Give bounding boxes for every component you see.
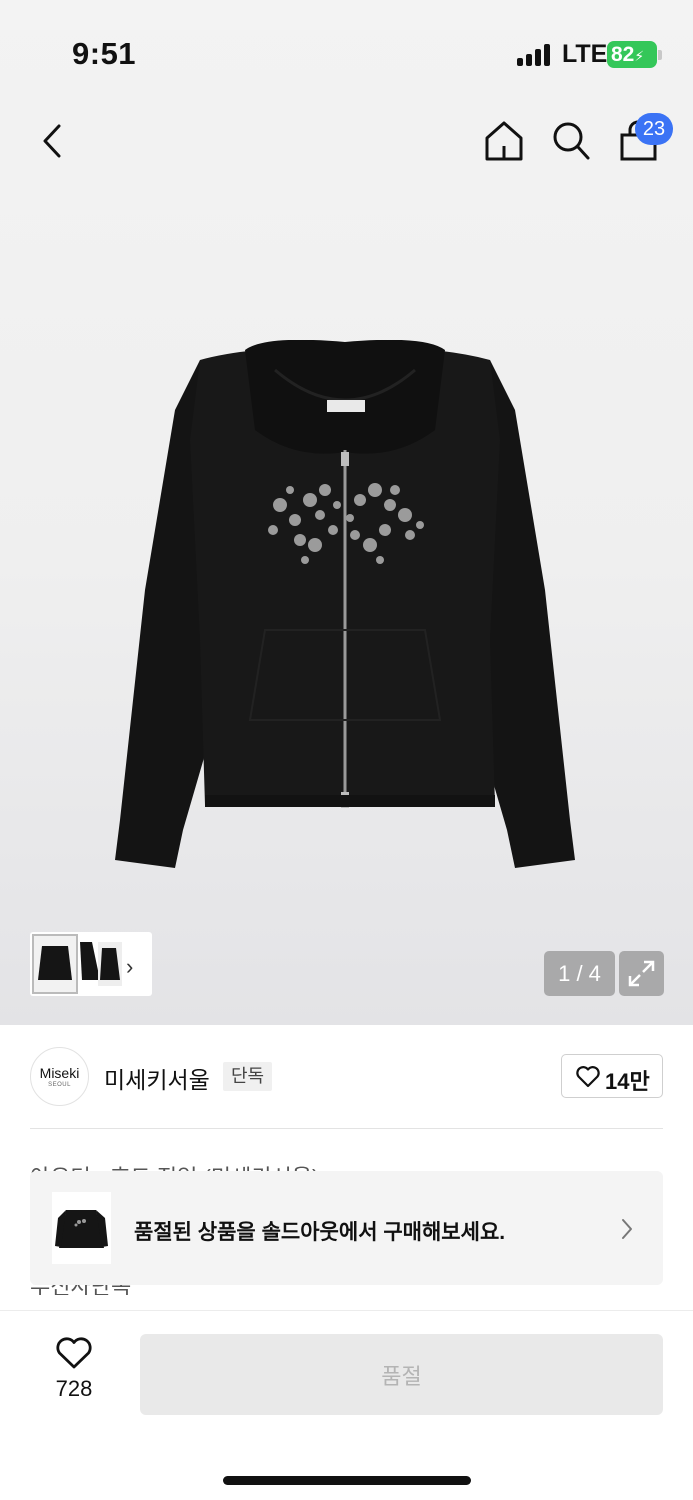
- brand-logo-text: Miseki: [39, 1065, 80, 1081]
- cart-count-badge: 23: [635, 113, 673, 145]
- product-image-area: 9:51 LTE 82⚡ 23 › 1 / 4: [0, 0, 693, 1025]
- thumbnail-images[interactable]: [30, 932, 130, 996]
- product-photo[interactable]: [105, 340, 585, 875]
- wishlist-button[interactable]: 728: [40, 1336, 108, 1402]
- brand-like-button[interactable]: 14만: [561, 1054, 663, 1098]
- battery-tip: [658, 50, 662, 60]
- soldout-button[interactable]: 품절: [140, 1334, 663, 1415]
- thumbnail-strip[interactable]: [30, 932, 152, 996]
- battery-level: 82: [611, 43, 635, 66]
- brand-like-count: 14만: [605, 1069, 650, 1094]
- chevron-left-icon: [43, 124, 61, 158]
- divider: [30, 1128, 663, 1129]
- brand-name[interactable]: 미세키서울: [104, 1061, 210, 1095]
- fullscreen-button[interactable]: [619, 951, 664, 996]
- signal-icon: [517, 44, 553, 66]
- status-time: 9:51: [72, 36, 137, 71]
- search-icon: [553, 122, 590, 160]
- banner-product-image: [55, 1210, 108, 1248]
- wishlist-count: 728: [55, 1376, 93, 1401]
- heart-icon: [56, 1337, 92, 1369]
- bottom-bar-divider: [0, 1310, 693, 1311]
- battery-icon: 82⚡: [607, 41, 657, 68]
- banner-thumbnail: [52, 1192, 111, 1264]
- image-page-counter: 1 / 4: [544, 951, 615, 996]
- home-button[interactable]: [484, 120, 524, 162]
- back-button[interactable]: [40, 122, 66, 160]
- brand-logo-subtext: SEOUL: [48, 1082, 71, 1088]
- soldout-promo-banner[interactable]: 품절된 상품을 솔드아웃에서 구매해보세요.: [30, 1171, 663, 1285]
- chevron-right-icon: [622, 1219, 632, 1239]
- network-label: LTE: [562, 40, 608, 68]
- expand-icon: [628, 960, 655, 987]
- thumbnail-next-icon[interactable]: ›: [126, 954, 133, 980]
- home-indicator[interactable]: [223, 1476, 471, 1485]
- exclusive-badge: 단독: [223, 1062, 273, 1091]
- search-button[interactable]: [551, 120, 591, 162]
- brand-logo[interactable]: Miseki SEOUL: [30, 1047, 89, 1106]
- heart-icon: [576, 1066, 600, 1088]
- banner-text: 품절된 상품을 솔드아웃에서 구매해보세요.: [134, 1221, 506, 1244]
- home-icon: [485, 121, 523, 161]
